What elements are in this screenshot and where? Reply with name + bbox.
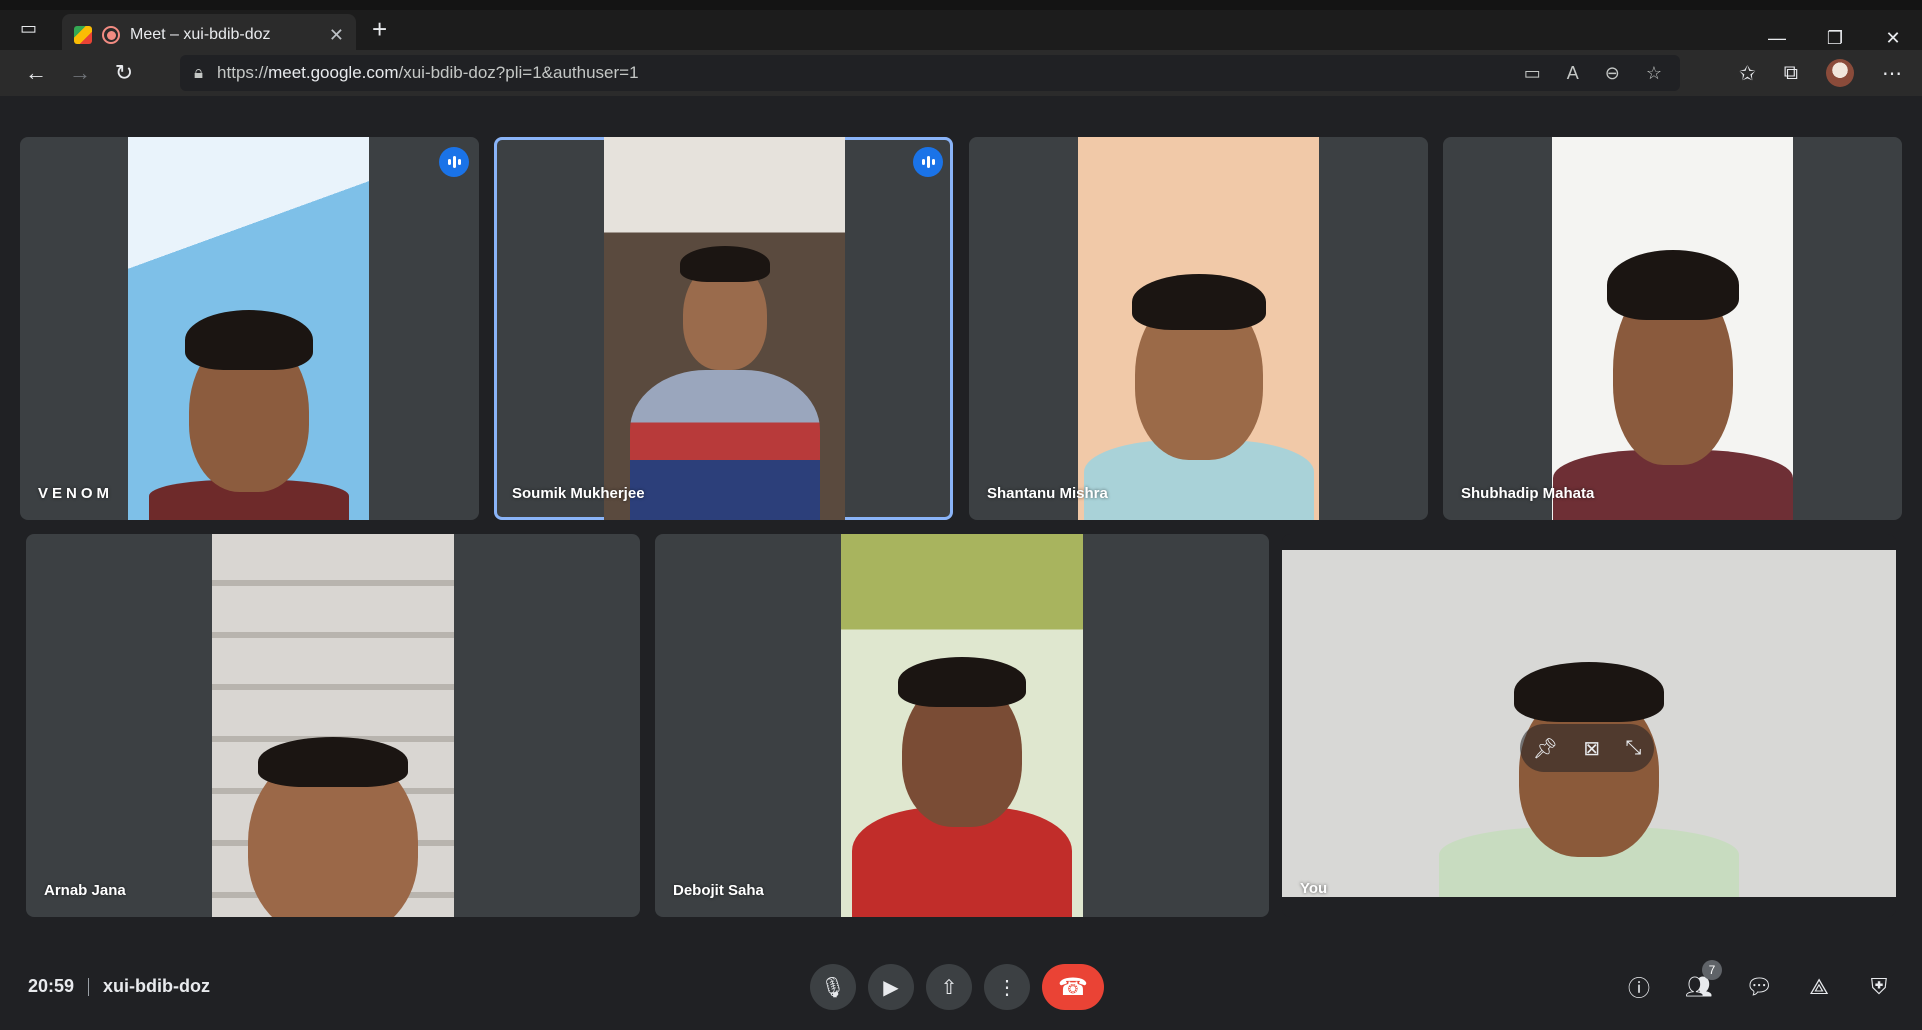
- present-button[interactable]: ⇧: [926, 964, 972, 1010]
- camera-button[interactable]: ▶: [868, 964, 914, 1010]
- meeting-stage: VENOM Soumik Mukherjee Shantanu Mishra S…: [0, 96, 1922, 1030]
- read-aloud-icon[interactable]: A: [1567, 63, 1579, 84]
- lock-icon: 🔒︎: [194, 63, 204, 82]
- tab-title: Meet – xui-bdib-doz: [130, 26, 271, 43]
- meeting-details-button[interactable]: ⓘ: [1618, 964, 1660, 1010]
- people-count-badge: 7: [1702, 960, 1722, 980]
- participant-tile-shubhadip[interactable]: Shubhadip Mahata: [1443, 137, 1902, 520]
- participant-name: Shantanu Mishra: [987, 485, 1108, 502]
- side-panel-actions: ⓘ 👥︎ 7 💬︎ ⟁ ⛨: [1618, 960, 1900, 1010]
- leave-call-button[interactable]: ☎︎: [1042, 964, 1104, 1010]
- tile-hover-toolbar: 📌︎ ⊠ ⤡: [1520, 724, 1654, 772]
- chat-button[interactable]: 💬︎: [1738, 964, 1780, 1010]
- meeting-code: xui-bdib-doz: [103, 976, 211, 996]
- remove-tile-icon[interactable]: ⊠: [1583, 736, 1600, 761]
- mic-icon: 🎙︎: [820, 976, 846, 999]
- participant-video: [128, 137, 369, 520]
- camera-icon: ▶: [883, 976, 899, 999]
- speaking-indicator-icon: [913, 147, 943, 177]
- reload-button[interactable]: ↻: [102, 53, 146, 93]
- profile-avatar[interactable]: [1826, 59, 1854, 87]
- participant-tile-soumik[interactable]: Soumik Mukherjee: [494, 137, 953, 520]
- more-vert-icon: ⋮: [997, 976, 1017, 999]
- url-text: https://meet.google.com/xui-bdib-doz?pli…: [217, 63, 639, 82]
- participant-video: [604, 137, 845, 520]
- camera-in-use-icon[interactable]: ▭: [1524, 63, 1541, 84]
- tab-strip: ▭ Meet – xui-bdib-doz ✕ + — ❐ ✕: [0, 0, 1922, 56]
- participant-name: Soumik Mukherjee: [512, 485, 645, 502]
- participant-video: [1552, 137, 1793, 520]
- address-bar-row: ← → ↻ 🔒︎ https://meet.google.com/xui-bdi…: [0, 50, 1922, 96]
- end-call-icon: ☎︎: [1058, 973, 1088, 1001]
- call-controls: 🎙︎ ▶ ⇧ ⋮ ☎︎: [810, 964, 1104, 1010]
- collections-icon[interactable]: ⧉: [1784, 62, 1798, 85]
- info-icon: ⓘ: [1627, 976, 1650, 1001]
- browser-chrome: ▭ Meet – xui-bdib-doz ✕ + — ❐ ✕ ← → ↻ 🔒︎…: [0, 0, 1922, 96]
- current-time: 20:59: [28, 976, 75, 996]
- meeting-info: 20:59 xui-bdib-doz: [28, 976, 210, 997]
- url-field[interactable]: 🔒︎ https://meet.google.com/xui-bdib-doz?…: [180, 55, 1680, 91]
- participant-name: You: [1300, 880, 1328, 897]
- new-tab-button[interactable]: +: [372, 14, 387, 45]
- people-button[interactable]: 👥︎ 7: [1678, 960, 1722, 1010]
- participant-tile-arnab[interactable]: Arnab Jana: [26, 534, 640, 917]
- favorites-icon[interactable]: ✩: [1739, 61, 1756, 86]
- activities-icon: ⟁: [1809, 974, 1829, 999]
- meet-favicon-icon: [74, 26, 92, 44]
- participant-tile-shantanu[interactable]: Shantanu Mishra: [969, 137, 1428, 520]
- microphone-button[interactable]: 🎙︎: [810, 964, 856, 1010]
- activities-button[interactable]: ⟁: [1798, 964, 1840, 1010]
- recording-icon: [102, 26, 120, 44]
- tab-actions-icon[interactable]: ▭: [20, 18, 37, 39]
- tab-close-icon[interactable]: ✕: [329, 25, 344, 46]
- participant-tile-self[interactable]: 📌︎ ⊠ ⤡ You: [1282, 534, 1896, 917]
- more-options-button[interactable]: ⋮: [984, 964, 1030, 1010]
- participant-name: Debojit Saha: [673, 882, 764, 899]
- participant-video: [212, 534, 454, 917]
- settings-more-icon[interactable]: ⋯: [1882, 61, 1902, 86]
- add-favorite-icon[interactable]: ☆: [1646, 63, 1662, 84]
- minimize-tile-icon[interactable]: ⤡: [1625, 737, 1641, 760]
- zoom-out-icon[interactable]: ⊖: [1605, 63, 1620, 84]
- back-button[interactable]: ←: [14, 53, 58, 93]
- participant-name: VENOM: [38, 485, 114, 502]
- self-video: 📌︎ ⊠ ⤡: [1282, 550, 1896, 897]
- pin-icon[interactable]: 📌︎: [1533, 736, 1558, 761]
- participant-video: [1078, 137, 1319, 520]
- participant-name: Arnab Jana: [44, 882, 126, 899]
- meeting-controls-bar: 20:59 xui-bdib-doz 🎙︎ ▶ ⇧ ⋮ ☎︎ ⓘ 👥︎ 7 💬︎ …: [0, 942, 1922, 1030]
- present-screen-icon: ⇧: [940, 976, 958, 999]
- host-controls-button[interactable]: ⛨: [1858, 964, 1900, 1010]
- forward-button[interactable]: →: [58, 53, 102, 93]
- shield-lock-icon: ⛨: [1870, 974, 1888, 999]
- participant-tile-venom[interactable]: VENOM: [20, 137, 479, 520]
- speaking-indicator-icon: [439, 147, 469, 177]
- participant-video: [841, 534, 1083, 917]
- participant-name: Shubhadip Mahata: [1461, 485, 1595, 502]
- participant-tile-debojit[interactable]: Debojit Saha: [655, 534, 1269, 917]
- chat-icon: 💬︎: [1745, 974, 1773, 999]
